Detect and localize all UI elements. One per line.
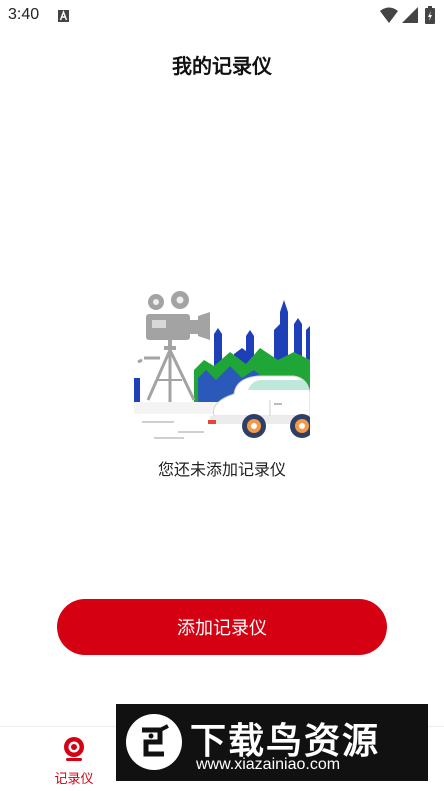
empty-state-illustration: [134, 291, 310, 439]
add-recorder-button[interactable]: 添加记录仪: [57, 599, 387, 655]
wifi-icon: [380, 7, 398, 23]
camera-icon: [64, 737, 84, 761]
watermark-overlay: 下载鸟资源 www.xiazainiao.com: [116, 704, 428, 781]
nav-item-recorder[interactable]: 记录仪: [44, 734, 104, 788]
empty-state-message: 您还未添加记录仪: [157, 460, 286, 479]
notification-icon: [58, 10, 69, 22]
status-time: 3:40: [8, 6, 40, 23]
battery-icon: [425, 6, 435, 24]
signal-icon: [402, 7, 418, 23]
status-bar: 3:40: [0, 0, 444, 32]
nav-item-label: 记录仪: [54, 772, 94, 787]
watermark-url: www.xiazainiao.com: [196, 756, 341, 773]
page-title: 我的记录仪: [172, 54, 272, 78]
bird-logo-icon: [126, 714, 182, 770]
